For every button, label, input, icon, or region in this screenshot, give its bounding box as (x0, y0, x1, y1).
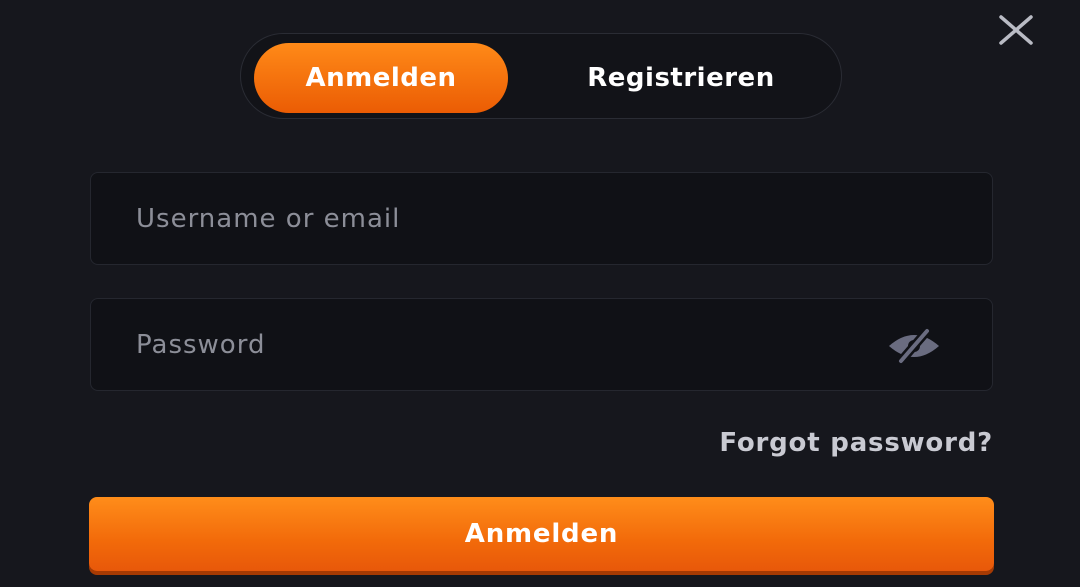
login-modal: Anmelden Registrieren Forgot password? A… (0, 0, 1080, 587)
tab-register[interactable]: Registrieren (531, 43, 831, 113)
username-field (90, 172, 993, 265)
login-submit-button[interactable]: Anmelden (89, 497, 994, 571)
auth-tabs: Anmelden Registrieren (240, 33, 842, 119)
close-button[interactable] (992, 10, 1040, 50)
password-visibility-toggle[interactable] (884, 326, 944, 366)
eye-off-icon (889, 328, 939, 364)
forgot-password-link[interactable]: Forgot password? (719, 428, 993, 458)
username-input[interactable] (136, 173, 896, 264)
tab-login[interactable]: Anmelden (254, 43, 508, 113)
password-field (90, 298, 993, 391)
password-input[interactable] (136, 299, 896, 390)
close-icon (999, 15, 1033, 45)
